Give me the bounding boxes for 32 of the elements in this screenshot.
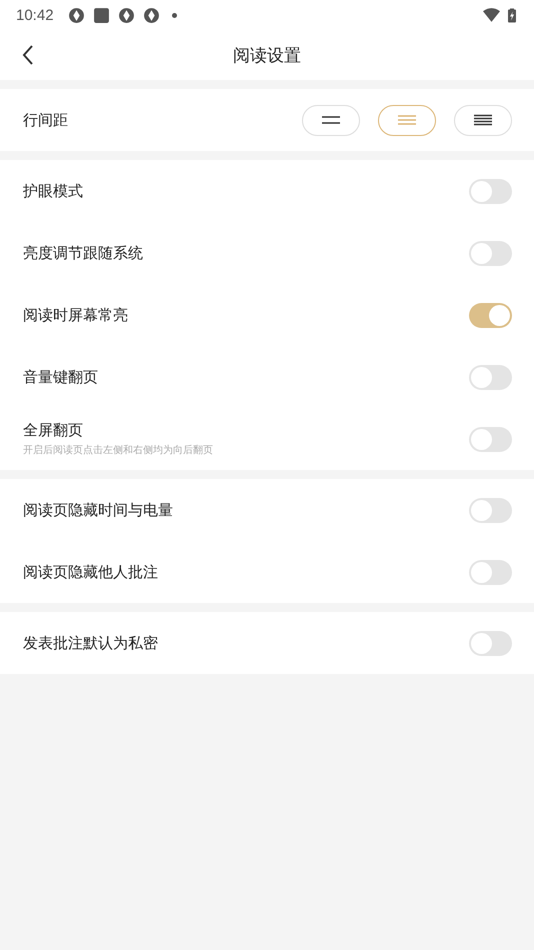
battery-icon bbox=[508, 8, 516, 22]
setting-label: 全屏翻页 bbox=[23, 421, 84, 440]
page-title: 阅读设置 bbox=[233, 44, 301, 66]
aperture-icon bbox=[68, 6, 85, 24]
square-icon bbox=[92, 6, 110, 24]
notification-dot-icon bbox=[172, 12, 177, 18]
toggle-switch[interactable] bbox=[469, 560, 512, 584]
setting-label: 音量键翻页 bbox=[23, 368, 99, 386]
line-spacing-icon bbox=[322, 113, 340, 127]
toggle-switch[interactable] bbox=[469, 302, 512, 328]
setting-label: 阅读页隐藏他人批注 bbox=[23, 562, 159, 582]
line-spacing-icon bbox=[474, 113, 492, 127]
line-spacing-icon bbox=[398, 113, 416, 127]
setting-label: 阅读页隐藏时间与电量 bbox=[23, 500, 174, 520]
toggle-switch[interactable] bbox=[469, 426, 512, 452]
setting-label: 阅读时屏幕常亮 bbox=[23, 306, 129, 324]
chevron-left-icon bbox=[22, 45, 34, 65]
aperture-icon bbox=[142, 6, 160, 24]
setting-label: 行间距 bbox=[23, 110, 69, 130]
toggle-switch[interactable] bbox=[469, 178, 512, 204]
wifi-icon bbox=[483, 8, 500, 22]
aperture-icon bbox=[118, 6, 135, 24]
line-spacing-option[interactable] bbox=[454, 104, 512, 136]
toggle-switch[interactable] bbox=[469, 364, 512, 390]
toggle-switch[interactable] bbox=[469, 240, 512, 266]
setting-label: 亮度调节跟随系统 bbox=[23, 244, 144, 262]
toggle-switch[interactable] bbox=[469, 630, 512, 656]
toggle-switch[interactable] bbox=[469, 498, 512, 522]
setting-label: 发表批注默认为私密 bbox=[23, 634, 159, 652]
status-time: 10:42 bbox=[16, 6, 54, 24]
setting-description: 开启后阅读页点击左侧和右侧均为向后翻页 bbox=[23, 444, 214, 457]
setting-label: 护眼模式 bbox=[23, 182, 84, 200]
